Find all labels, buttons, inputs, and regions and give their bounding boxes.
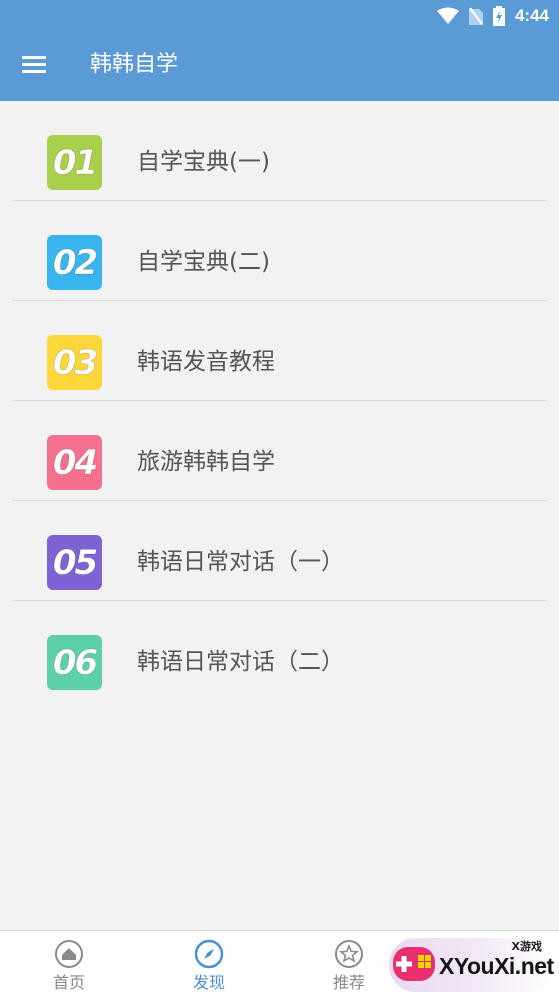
- status-bar: 4:44: [436, 6, 549, 26]
- number-badge: 05: [47, 535, 102, 590]
- menu-icon[interactable]: [22, 53, 48, 75]
- list-item[interactable]: 04 旅游韩韩自学: [0, 401, 559, 501]
- wifi-icon: [436, 7, 459, 24]
- lesson-list: 01 自学宝典(一) 02 自学宝典(二) 03 韩语发音教程 04 旅游韩韩自…: [0, 101, 559, 701]
- star-icon: [335, 940, 363, 968]
- list-item[interactable]: 02 自学宝典(二): [0, 201, 559, 301]
- tab-discover[interactable]: 发现: [159, 931, 259, 995]
- list-item-label: 自学宝典(一): [137, 149, 270, 175]
- battery-charging-icon: [492, 6, 505, 26]
- watermark-logo: X游戏 XYouXi.net: [389, 938, 554, 992]
- number-badge: 06: [47, 635, 102, 690]
- tab-recommend-label: 推荐: [332, 973, 365, 992]
- list-item-label: 旅游韩韩自学: [137, 449, 275, 475]
- list-item-label: 韩语发音教程: [137, 349, 275, 375]
- list-item-label: 韩语日常对话（二）: [137, 649, 344, 675]
- list-item[interactable]: 01 自学宝典(一): [0, 101, 559, 201]
- list-item-label: 自学宝典(二): [137, 249, 270, 275]
- tab-recommend[interactable]: 推荐: [299, 931, 399, 995]
- watermark-small-text: X游戏: [511, 940, 542, 953]
- tab-home[interactable]: 首页: [19, 931, 119, 995]
- page-title: 韩韩自学: [90, 52, 179, 77]
- app-header: 4:44 韩韩自学: [0, 0, 559, 101]
- list-item[interactable]: 06 韩语日常对话（二）: [0, 601, 559, 701]
- gamepad-icon: [393, 947, 435, 981]
- list-item[interactable]: 03 韩语发音教程: [0, 301, 559, 401]
- tab-discover-label: 发现: [192, 973, 225, 992]
- home-icon: [55, 940, 83, 968]
- list-item-label: 韩语日常对话（一）: [137, 549, 344, 575]
- number-badge: 02: [47, 235, 102, 290]
- compass-icon: [194, 939, 224, 969]
- tab-home-label: 首页: [52, 973, 85, 992]
- list-item[interactable]: 05 韩语日常对话（一）: [0, 501, 559, 601]
- number-badge: 01: [47, 135, 102, 190]
- no-sim-icon: [468, 7, 483, 25]
- status-time: 4:44: [514, 6, 549, 25]
- watermark-text: XYouXi.net: [439, 953, 554, 979]
- number-badge: 04: [47, 435, 102, 490]
- number-badge: 03: [47, 335, 102, 390]
